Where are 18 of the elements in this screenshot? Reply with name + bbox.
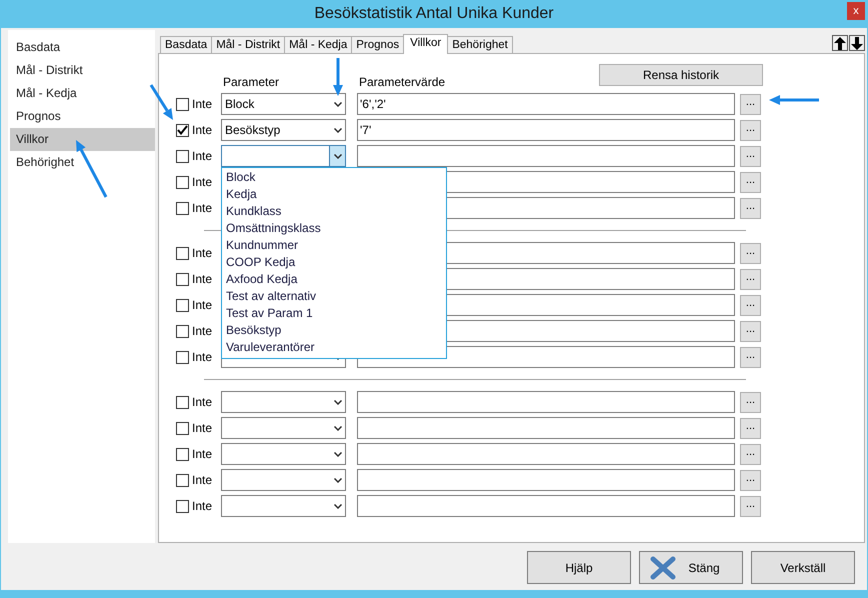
checkbox-label: Inte bbox=[192, 447, 214, 461]
checkbox-label: Inte bbox=[192, 175, 214, 189]
column-header: Parameter bbox=[223, 75, 280, 89]
checkbox-label: Inte bbox=[192, 324, 214, 338]
checkbox-label: Inte bbox=[192, 149, 214, 163]
checkbox-label: Inte bbox=[192, 395, 214, 409]
checkbox-label: Inte bbox=[192, 499, 214, 513]
checkbox-label: Inte bbox=[192, 201, 214, 215]
window-title: Besökstatistik Antal Unika Kunder bbox=[314, 5, 554, 23]
checkbox-label: Inte bbox=[192, 97, 214, 111]
column-header: Parametervärde bbox=[359, 75, 446, 89]
checkbox-label: Inte bbox=[192, 473, 214, 487]
checkbox-label: Inte bbox=[192, 350, 214, 364]
checkbox-label: Inte bbox=[192, 272, 214, 286]
checkbox-label: Inte bbox=[192, 298, 214, 312]
checkbox-label: Inte bbox=[192, 246, 214, 260]
checkbox-label: Inte bbox=[192, 123, 214, 137]
checkbox-label: Inte bbox=[192, 421, 214, 435]
